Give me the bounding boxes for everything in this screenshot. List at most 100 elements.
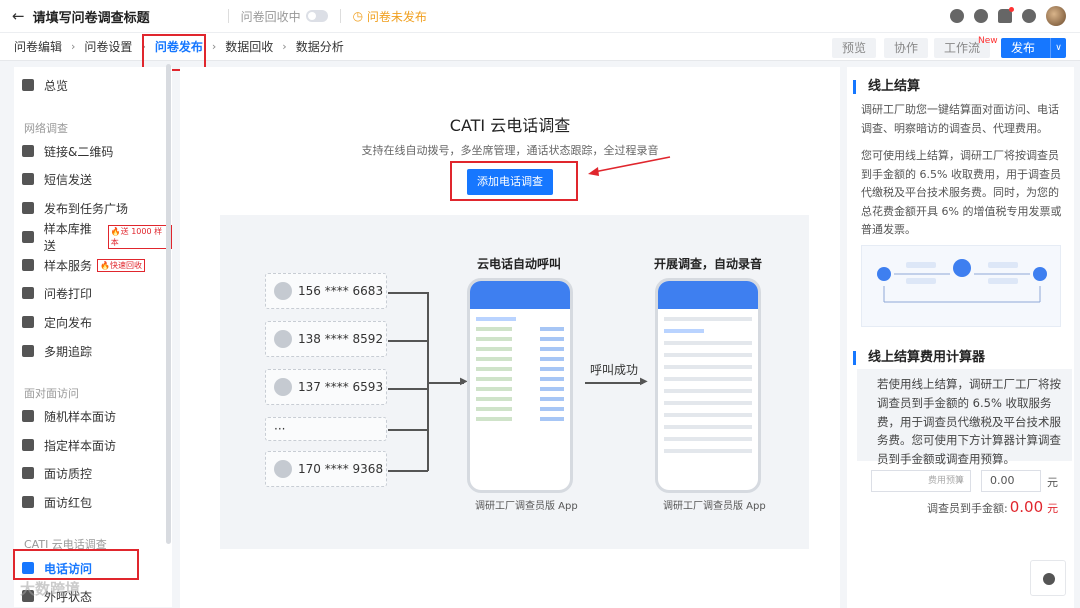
publish-status-text: 问卷未发布 — [366, 9, 427, 24]
sidebar-item-random-interview[interactable]: 随机样本面访 — [22, 405, 116, 427]
sidebar-item-label: 样本库推送 — [43, 222, 92, 253]
cati-subtitle: 支持在线自动拨号，多坐席管理，通话状态跟踪，全过程录音 — [361, 144, 659, 157]
placeholder-row — [476, 377, 564, 381]
phone-number: 137 **** 6593 — [298, 380, 384, 394]
result-value: 0.00 — [1009, 498, 1044, 516]
placeholder-line — [664, 425, 752, 429]
user-avatar-icon — [274, 460, 292, 478]
sidebar-item-print[interactable]: 问卷打印 — [22, 282, 92, 304]
sidebar-item-sample-push[interactable]: 样本库推送 🔥送 1000 样本 — [22, 222, 172, 253]
bell-icon[interactable] — [998, 7, 1014, 23]
placeholder-row — [476, 397, 564, 401]
placeholder-line — [664, 437, 752, 441]
illus-heading-left: 云电话自动呼叫 — [477, 257, 562, 271]
broadcast-icon[interactable] — [950, 9, 964, 23]
preview-button[interactable]: 预览 — [832, 38, 876, 58]
notification-dot — [1009, 7, 1014, 12]
list-icon — [22, 439, 34, 451]
connector-line — [388, 388, 428, 390]
sidebar-item-label: 面访质控 — [44, 466, 93, 481]
sidebar-item-label: 随机样本面访 — [44, 409, 117, 424]
highlight-box — [142, 34, 206, 71]
sidebar-item-red-packet[interactable]: 面访红包 — [22, 491, 92, 513]
sidebar-item-label: 样本服务 — [44, 258, 93, 273]
sidebar-item-label: 链接&二维码 — [44, 144, 114, 159]
target-icon — [22, 316, 34, 328]
clock-icon: ◷ — [352, 9, 367, 23]
recycle-label: 问卷回收中 — [240, 9, 301, 24]
avatar[interactable] — [1046, 6, 1066, 26]
phone-number-row: 137 **** 6593 — [265, 369, 387, 405]
phone-number: 156 **** 6683 — [298, 284, 384, 298]
settlement-panel: 线上结算 调研工厂助您一键结算面对面访问、电话调查、明察暗访的调查员、代理费用。… — [847, 67, 1074, 608]
sidebar-item-quality[interactable]: 面访质控 — [22, 462, 92, 484]
shield-icon — [22, 467, 34, 479]
connector-line — [585, 382, 643, 384]
app-caption: 调研工厂调查员版 App — [663, 501, 766, 512]
sidebar-item-tracking[interactable]: 多期追踪 — [22, 340, 92, 362]
divider — [227, 9, 229, 23]
sidebar-item-task-square[interactable]: 发布到任务广场 — [22, 197, 128, 219]
sidebar-item-overview[interactable]: 总览 — [22, 74, 68, 96]
cati-title: CATI 云电话调查 — [449, 116, 571, 135]
placeholder-row — [476, 357, 564, 361]
highlight-box — [13, 549, 139, 580]
settlement-intro: 调研工厂助您一键结算面对面访问、电话调查、明察暗访的调查员、代理费用。 — [861, 103, 1059, 135]
placeholder-row — [476, 387, 564, 391]
app-header — [658, 281, 758, 309]
help-icon[interactable] — [1022, 9, 1036, 23]
call-success-label: 呼叫成功 — [590, 363, 639, 377]
sidebar-item-sample-service[interactable]: 样本服务 🔥快速回收 — [22, 254, 145, 276]
sidebar-item-targeted[interactable]: 定向发布 — [22, 311, 92, 333]
sidebar-item-sms[interactable]: 短信发送 — [22, 168, 92, 190]
connector-line — [388, 470, 428, 472]
step-settings[interactable]: 问卷设置 — [80, 38, 136, 55]
survey-title[interactable]: 请填写问卷调查标题 — [33, 7, 150, 26]
phone-number-row: 156 **** 6683 — [265, 273, 387, 309]
sidebar-item-label: 总览 — [44, 78, 69, 93]
arrow-right-icon: ▶ — [640, 376, 648, 387]
chevron-down-icon[interactable]: ∨ — [1050, 38, 1066, 58]
service-icon — [22, 259, 34, 271]
phone-number-row: 170 **** 9368 — [265, 451, 387, 487]
collaborate-button[interactable]: 协作 — [884, 38, 928, 58]
placeholder-line — [664, 449, 752, 453]
download-icon[interactable] — [974, 9, 988, 23]
step-edit[interactable]: 问卷编辑 — [10, 38, 66, 55]
placeholder-line — [664, 341, 752, 345]
group-offline: 面对面访问 — [24, 387, 79, 400]
support-button[interactable] — [1030, 560, 1066, 596]
connector-line — [388, 429, 428, 431]
header-icons — [940, 6, 1066, 26]
promo-tag: 🔥送 1000 样本 — [107, 225, 172, 249]
result-unit: 元 — [1047, 502, 1059, 515]
phone-number-row: 138 **** 8592 — [265, 321, 387, 357]
chevron-down-icon: ∨ — [957, 476, 964, 486]
publish-label: 发布 — [1011, 41, 1036, 55]
placeholder-row — [476, 417, 564, 421]
step-analysis[interactable]: 数据分析 — [292, 38, 348, 55]
phone-number-row: ··· — [265, 417, 387, 441]
budget-type-select[interactable]: 费用预算 ∨ — [871, 470, 971, 492]
sidebar-scrollbar[interactable] — [166, 64, 171, 544]
sidebar-item-label: 发布到任务广场 — [44, 201, 129, 216]
placeholder-line — [664, 353, 752, 357]
sidebar-item-link-qrcode[interactable]: 链接&二维码 — [22, 140, 113, 162]
chevron-right-icon: › — [71, 40, 76, 53]
recycle-toggle[interactable] — [305, 10, 328, 22]
sidebar-item-assigned-interview[interactable]: 指定样本面访 — [22, 434, 116, 456]
publish-button[interactable]: 发布 ∨ — [1001, 38, 1066, 58]
overview-icon — [22, 79, 34, 91]
step-collection[interactable]: 数据回收 — [221, 38, 277, 55]
settlement-flow-diagram — [861, 245, 1061, 327]
sms-icon — [22, 173, 34, 185]
connector-line — [388, 292, 428, 294]
placeholder-line — [664, 365, 752, 369]
amount-input[interactable]: 0.00 — [981, 470, 1041, 492]
connector-line — [427, 382, 464, 384]
print-icon — [22, 287, 34, 299]
phone-number: 138 **** 8592 — [298, 332, 384, 346]
back-arrow-icon[interactable]: ← — [12, 7, 25, 25]
placeholder-line — [476, 317, 516, 321]
new-badge: New — [978, 36, 998, 46]
